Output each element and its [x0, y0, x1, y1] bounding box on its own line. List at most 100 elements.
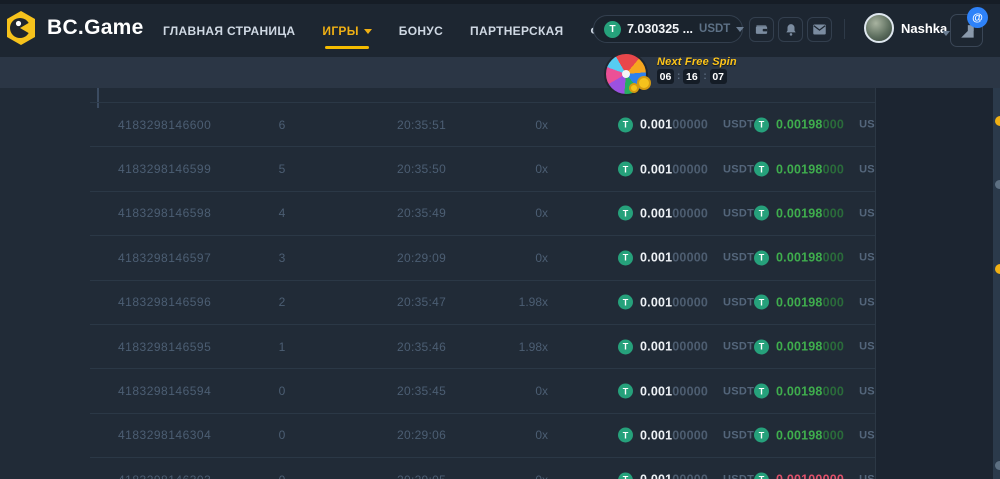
bet-currency: USDT	[723, 252, 754, 264]
chat-panel-edge	[993, 88, 1000, 479]
top-navbar: BC.Game ГЛАВНАЯ СТРАНИЦА ИГРЫ БОНУС ПАРТ…	[0, 0, 1000, 57]
payout-amount-cell: T 0.00198000 USDT	[754, 206, 875, 221]
messages-button[interactable]	[807, 17, 832, 42]
tether-icon: T	[754, 206, 769, 221]
payout-currency: USDT	[859, 119, 875, 131]
bet-amount: 0.00100000	[640, 251, 708, 265]
bet-amount: 0.00100000	[640, 428, 708, 442]
time-cell: 20:35:50	[397, 162, 446, 176]
table-row[interactable]: 4183298146594 0 20:35:45 0x T 0.00100000…	[90, 368, 875, 412]
emoji-icon	[995, 180, 1000, 189]
tether-icon: T	[754, 162, 769, 177]
time-cell: 20:35:49	[397, 206, 446, 220]
table-row[interactable]: 4183298146304 0 20:29:06 0x T 0.00100000…	[90, 413, 875, 457]
bet-id-cell: 4183298146600	[118, 118, 211, 132]
payout-amount: 0.00198000	[776, 162, 844, 176]
bet-amount: 0.00100000	[640, 118, 708, 132]
table-row[interactable]: 4183298146596 2 20:35:47 1.98x T 0.00100…	[90, 280, 875, 324]
timer-seconds: 07	[710, 69, 727, 84]
round-cell: 0	[250, 428, 314, 442]
time-cell: 20:29:09	[397, 251, 446, 265]
gold-coin-icon	[637, 76, 651, 90]
notifications-button[interactable]	[778, 17, 803, 42]
page-background-right	[875, 88, 993, 479]
bell-icon	[784, 23, 798, 37]
avatar[interactable]	[864, 13, 894, 43]
payout-currency: USDT	[859, 341, 875, 353]
payout-amount: 0.00198000	[776, 384, 844, 398]
payout-currency: USDT	[859, 429, 875, 441]
multiplier-cell: 1.98x	[470, 295, 548, 309]
payout-currency: USDT	[859, 474, 875, 479]
bet-amount-cell: T 0.00100000 USDT	[618, 162, 754, 177]
tether-icon: T	[618, 384, 633, 399]
payout-amount-cell: T 0.00198000 USDT	[754, 117, 875, 132]
tether-icon: T	[618, 428, 633, 443]
round-cell: 6	[250, 118, 314, 132]
brand-logo[interactable]: BC.Game	[3, 10, 144, 46]
timer-hours: 06	[657, 69, 674, 84]
tether-icon: T	[754, 472, 769, 479]
round-cell: 4	[250, 206, 314, 220]
multiplier-cell: 0x	[470, 118, 548, 132]
tether-icon: T	[618, 117, 633, 132]
emoji-icon	[995, 461, 1000, 470]
bets-table: 4183298146600 6 20:35:51 0x T 0.00100000…	[90, 88, 875, 479]
chevron-down-icon	[736, 27, 744, 36]
round-cell: 0	[250, 473, 314, 479]
bet-id-cell: 4183298146304	[118, 428, 211, 442]
bet-currency: USDT	[723, 474, 754, 479]
time-cell: 20:29:05	[397, 473, 446, 479]
announcement-bar	[0, 57, 1000, 88]
table-row[interactable]: 4183298146597 3 20:29:09 0x T 0.00100000…	[90, 235, 875, 279]
table-row[interactable]: 4183298146595 1 20:35:46 1.98x T 0.00100…	[90, 324, 875, 368]
tether-icon: T	[754, 384, 769, 399]
emoji-icon	[995, 116, 1000, 126]
bet-currency: USDT	[723, 163, 754, 175]
bet-amount-cell: T 0.00100000 USDT	[618, 295, 754, 310]
nav-item-home[interactable]: ГЛАВНАЯ СТРАНИЦА	[163, 24, 295, 38]
bet-currency: USDT	[723, 207, 754, 219]
multiplier-cell: 0x	[470, 473, 548, 479]
payout-currency: USDT	[859, 207, 875, 219]
table-row[interactable]: 4183298146599 5 20:35:50 0x T 0.00100000…	[90, 146, 875, 190]
payout-amount: 0.00198000	[776, 206, 844, 220]
bet-amount-cell: T 0.00100000 USDT	[618, 250, 754, 265]
time-cell: 20:29:06	[397, 428, 446, 442]
balance-selector[interactable]: T 7.030325 ... USDT	[593, 15, 743, 43]
table-row[interactable]: 4183298146600 6 20:35:51 0x T 0.00100000…	[90, 102, 875, 146]
table-row[interactable]: 4183298146598 4 20:35:49 0x T 0.00100000…	[90, 191, 875, 235]
username[interactable]: Nashka	[901, 21, 947, 36]
nav-item-games[interactable]: ИГРЫ	[322, 24, 371, 38]
bet-id-cell: 4183298146595	[118, 340, 211, 354]
bet-currency: USDT	[723, 296, 754, 308]
payout-amount: 0.00198000	[776, 295, 844, 309]
bet-amount-cell: T 0.00100000 USDT	[618, 472, 754, 479]
emoji-icon	[995, 264, 1000, 274]
nav-item-bonus[interactable]: БОНУС	[399, 24, 443, 38]
payout-amount: 0.00198000	[776, 251, 844, 265]
payout-amount: 0.00198000	[776, 428, 844, 442]
round-cell: 5	[250, 162, 314, 176]
tether-icon: T	[604, 21, 621, 38]
bet-amount: 0.00100000	[640, 473, 708, 479]
multiplier-cell: 0x	[470, 251, 548, 265]
bet-currency: USDT	[723, 341, 754, 353]
gold-coin-icon	[629, 83, 639, 93]
free-spin-title: Next Free Spin	[657, 56, 737, 68]
chevron-down-icon[interactable]	[942, 31, 950, 40]
tether-icon: T	[618, 206, 633, 221]
multiplier-cell: 0x	[470, 384, 548, 398]
bet-amount-cell: T 0.00100000 USDT	[618, 428, 754, 443]
wallet-button[interactable]	[749, 17, 774, 42]
payout-amount-cell: T 0.00198000 USDT	[754, 295, 875, 310]
bet-currency: USDT	[723, 429, 754, 441]
tether-icon: T	[618, 472, 633, 479]
payout-currency: USDT	[859, 296, 875, 308]
table-row[interactable]: 4183298146303 0 20:29:05 0x T 0.00100000…	[90, 457, 875, 479]
tether-icon: T	[754, 295, 769, 310]
nav-item-games-label: ИГРЫ	[322, 24, 358, 38]
multiplier-cell: 1.98x	[470, 340, 548, 354]
nav-item-affiliate[interactable]: ПАРТНЕРСКАЯ	[470, 24, 563, 38]
bet-amount: 0.00100000	[640, 384, 708, 398]
